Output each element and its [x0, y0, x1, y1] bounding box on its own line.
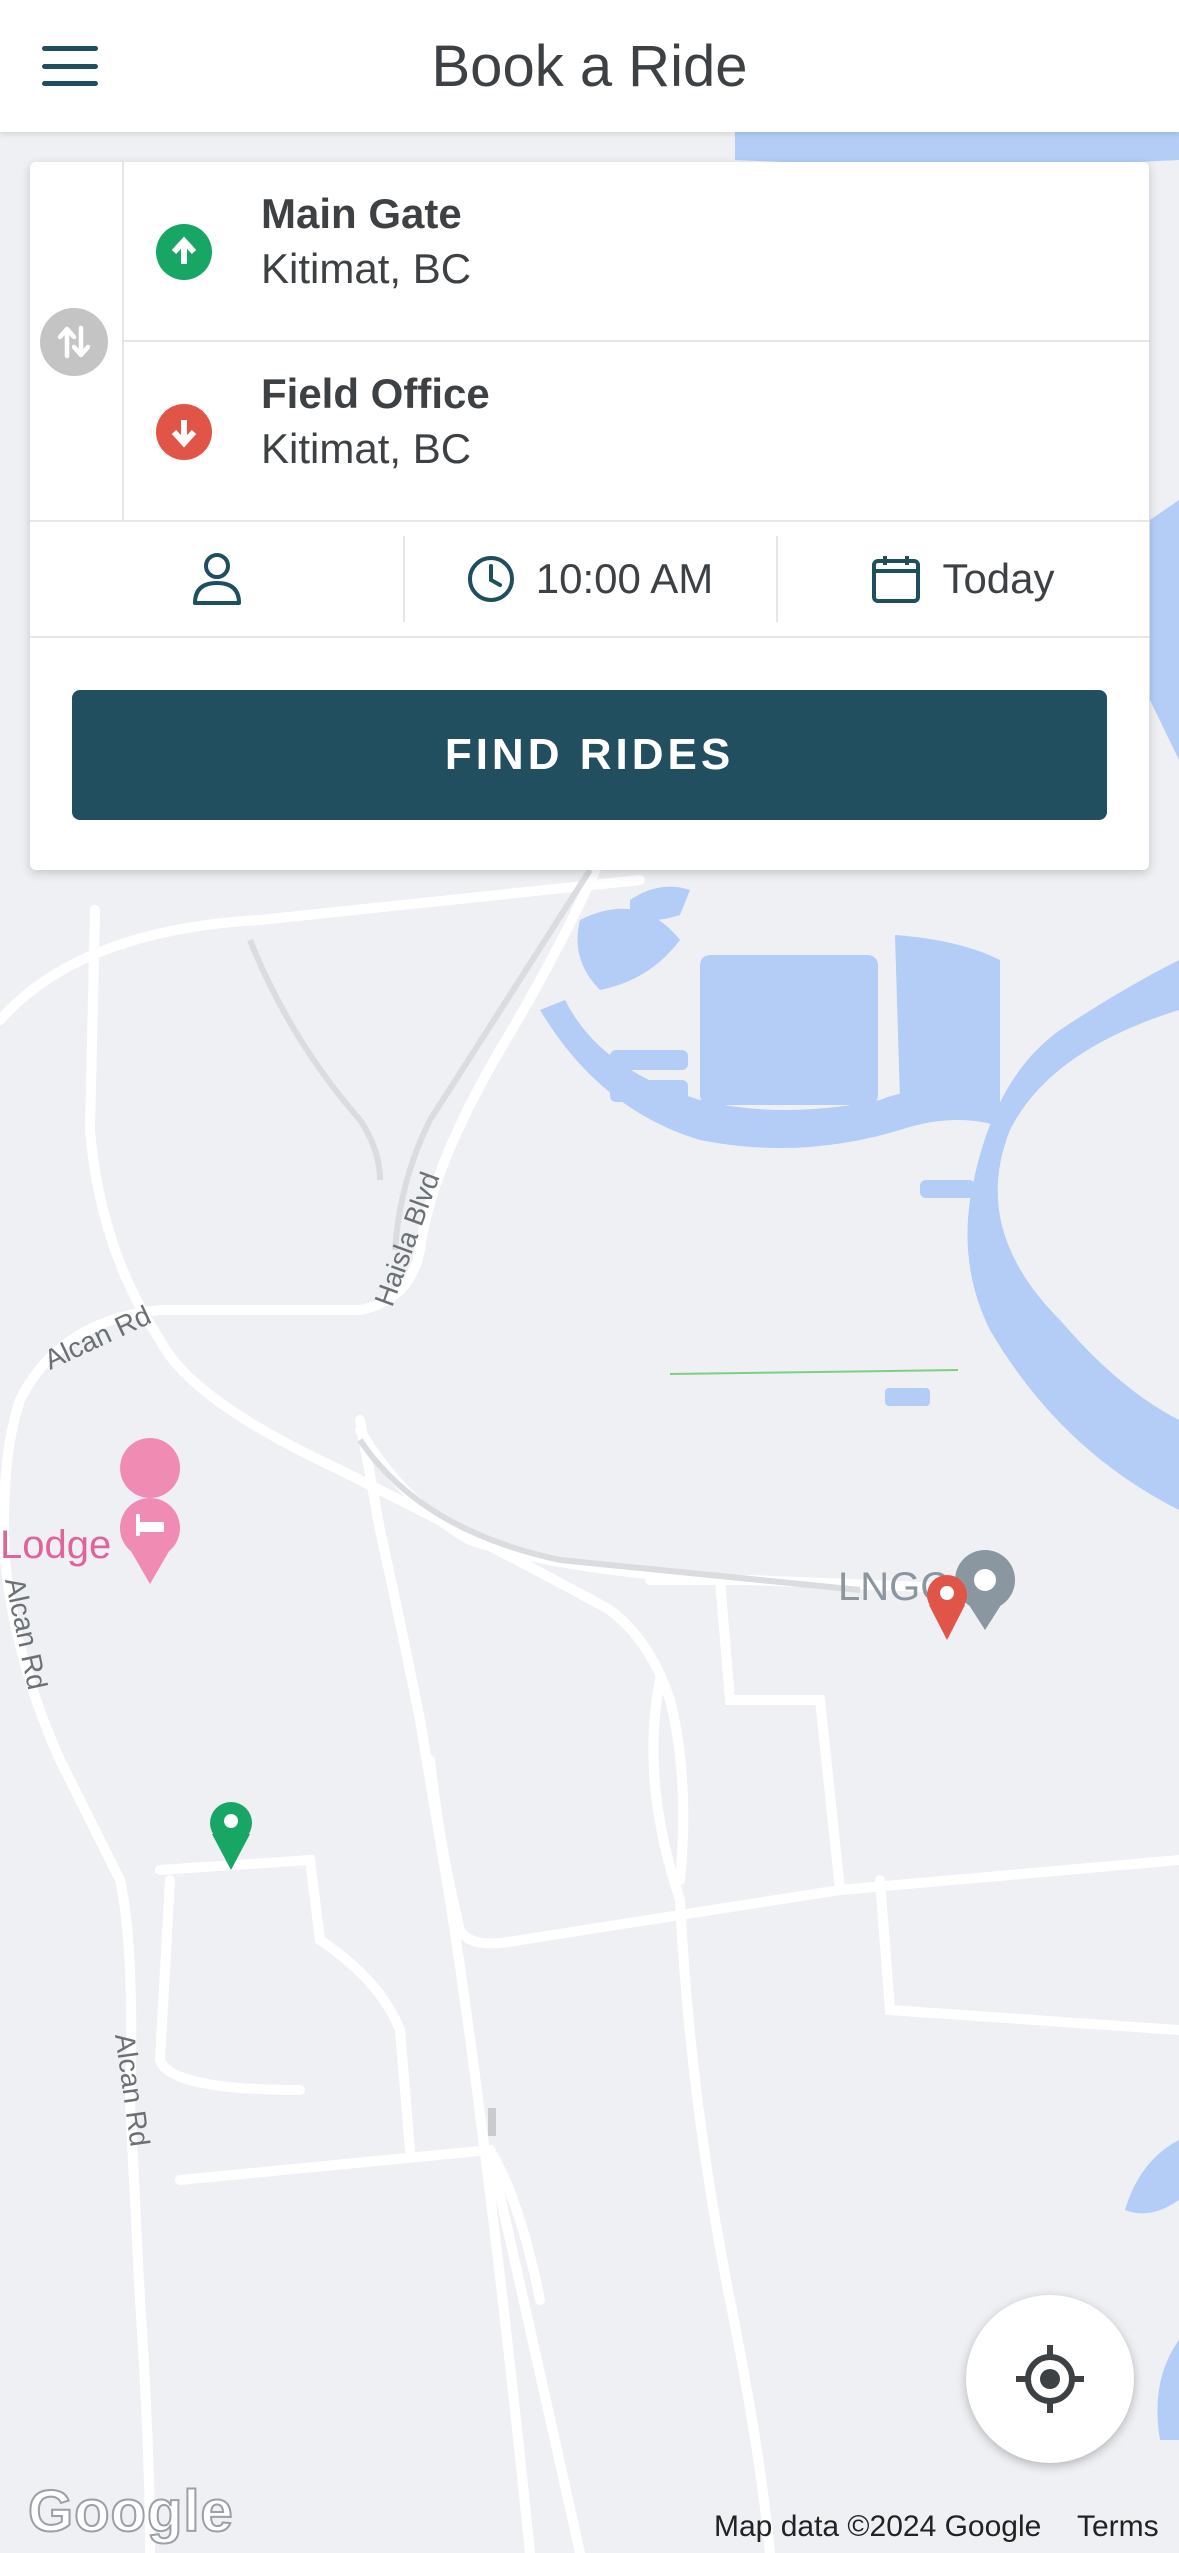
map-attribution: Map data ©2024 Google [714, 2510, 1042, 2543]
time-value: 10:00 AM [535, 555, 714, 602]
dropoff-city: Kitimat, BC [261, 425, 472, 472]
crosshair-icon [1016, 2345, 1084, 2413]
google-logo: Google [27, 2478, 234, 2545]
terms-link[interactable]: Terms [1077, 2510, 1159, 2544]
person-icon [192, 553, 241, 605]
swap-column [30, 162, 124, 520]
calendar-icon [872, 556, 921, 603]
arrow-up-icon [156, 224, 212, 280]
dropoff-location-row[interactable]: Field Office Kitimat, BC [124, 342, 1149, 520]
date-selector[interactable]: Today [776, 522, 1149, 636]
swap-vertical-icon [57, 325, 91, 359]
dropoff-name: Field Office [261, 370, 490, 417]
date-value: Today [942, 555, 1055, 602]
map-label-lodge: Lodge [0, 1523, 111, 1567]
booking-card: Main Gate Kitimat, BC Field Office Kitim… [30, 162, 1149, 870]
clock-icon [467, 556, 514, 602]
ride-options: 10:00 AM Today [30, 520, 1149, 638]
swap-button[interactable] [40, 308, 108, 376]
page-title: Book a Ride [431, 33, 748, 99]
time-selector[interactable]: 10:00 AM [403, 522, 776, 636]
find-rides-button[interactable]: FIND RIDES [72, 690, 1107, 820]
passenger-selector[interactable] [30, 522, 403, 636]
hamburger-menu-icon[interactable] [40, 40, 100, 92]
pickup-city: Kitimat, BC [261, 245, 472, 292]
arrow-down-icon [156, 404, 212, 460]
pickup-location-row[interactable]: Main Gate Kitimat, BC [124, 162, 1149, 342]
app-bar: Book a Ride [0, 0, 1179, 132]
my-location-button[interactable] [966, 2295, 1134, 2463]
pickup-name: Main Gate [261, 190, 462, 237]
